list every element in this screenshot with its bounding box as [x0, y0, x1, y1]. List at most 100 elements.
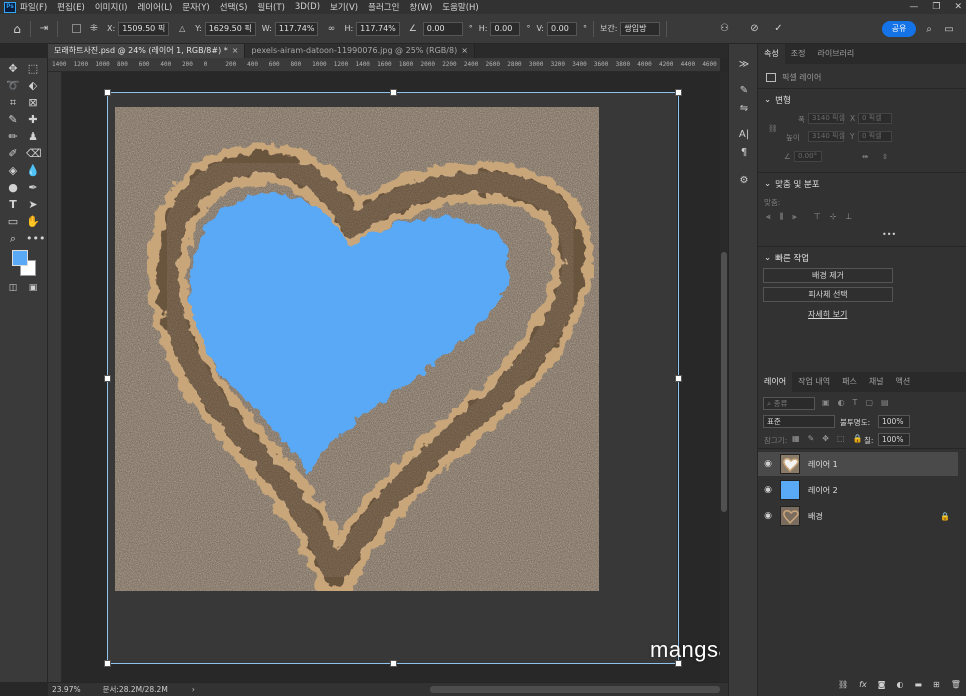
visibility-eye-icon[interactable]: ◉ — [758, 511, 778, 521]
interpolation-select[interactable]: 쌍입방 — [620, 21, 661, 36]
adjustment-icon[interactable]: ◐ — [896, 680, 903, 689]
layer-name[interactable]: 배경 — [808, 511, 823, 522]
transform-handle-tr[interactable] — [675, 89, 682, 96]
search-icon[interactable]: ⌕ — [922, 22, 936, 36]
home-icon[interactable]: ⌂ — [10, 22, 24, 36]
lock-icon[interactable]: 🔒 — [940, 512, 950, 521]
learn-more-link[interactable]: 자세히 보기 — [808, 309, 847, 320]
lock-position-icon[interactable]: ✥ — [822, 434, 829, 443]
horizontal-scroll-thumb[interactable] — [430, 686, 720, 693]
x-field[interactable]: 0 픽셀 — [858, 113, 892, 124]
lock-paint-icon[interactable]: ✎ — [808, 434, 815, 443]
lock-all-icon[interactable]: 🔒 — [853, 434, 863, 443]
scroll-thumb[interactable] — [721, 252, 727, 512]
fx-icon[interactable]: fx — [859, 680, 867, 689]
menu-help[interactable]: 도움말(H) — [442, 1, 478, 13]
tab-adjustments[interactable]: 조정 — [785, 44, 812, 64]
vskew-field[interactable]: 0.00 — [547, 21, 577, 36]
smart-filter-icon[interactable]: ▤ — [881, 398, 889, 407]
transform-handle-tl[interactable] — [104, 89, 111, 96]
menu-filter[interactable]: 필터(T) — [257, 1, 284, 13]
tab-document-1[interactable]: 모래하트사진.psd @ 24% (레이어 1, RGB/8#) * × — [48, 44, 246, 58]
align-hcenter-icon[interactable]: ⫼ — [780, 212, 784, 222]
link-icon[interactable]: ⛓ — [768, 124, 778, 133]
layer-filter-select[interactable]: ⌕ 종류 — [763, 397, 815, 410]
lock-transparent-icon[interactable]: ▦ — [792, 434, 800, 443]
transform-handle-b[interactable] — [390, 660, 397, 667]
align-right-icon[interactable]: ⫸ — [792, 212, 797, 222]
transform-handle-bl[interactable] — [104, 660, 111, 667]
foreground-color-swatch[interactable] — [12, 250, 28, 266]
tab-history[interactable]: 작업 내역 — [792, 372, 836, 392]
menu-3d[interactable]: 3D(D) — [295, 2, 320, 12]
h-field[interactable]: 117.74% — [356, 21, 400, 36]
fill-field[interactable]: 100% — [878, 433, 910, 446]
reference-point-icon[interactable]: ⁜ — [87, 22, 101, 36]
angle-field[interactable]: 0.00° — [794, 151, 822, 162]
marquee-tool-icon[interactable]: ⬚ — [26, 62, 40, 76]
quick-mask-icon[interactable]: ◫ — [6, 281, 20, 295]
menu-type[interactable]: 문자(Y) — [182, 1, 209, 13]
zoom-tool-icon[interactable]: ⌕ — [6, 232, 20, 246]
collapse-icon[interactable]: ≫ — [737, 58, 751, 72]
eyedropper-tool-icon[interactable]: ✎ — [6, 113, 20, 127]
zoom-level[interactable]: 23.97% — [52, 685, 81, 694]
stamp-tool-icon[interactable]: ♟ — [26, 130, 40, 144]
menu-image[interactable]: 이미지(I) — [95, 1, 128, 13]
vertical-scrollbar[interactable] — [720, 72, 728, 682]
object-select-tool-icon[interactable]: ⬖ — [26, 79, 40, 93]
select-subject-button[interactable]: 피사체 선택 — [763, 287, 893, 302]
tab-actions[interactable]: 액션 — [890, 372, 917, 392]
transform-handle-l[interactable] — [104, 375, 111, 382]
adjustment-filter-icon[interactable]: ◐ — [838, 398, 845, 407]
warp-icon[interactable]: ⚇ — [717, 22, 731, 36]
close-window-button[interactable]: ✕ — [954, 2, 962, 12]
menu-edit[interactable]: 편집(E) — [57, 1, 85, 13]
opacity-field[interactable]: 100% — [878, 415, 910, 428]
pen-tool-icon[interactable]: ✒ — [26, 181, 40, 195]
visibility-eye-icon[interactable]: ◉ — [758, 459, 778, 469]
path-select-tool-icon[interactable]: ➤ — [26, 198, 40, 212]
height-field[interactable]: 3140 픽셀 — [808, 131, 845, 142]
shape-tool-icon[interactable]: ▭ — [6, 215, 20, 229]
blend-mode-select[interactable]: 표준 — [763, 415, 835, 428]
brush-tool-icon[interactable]: ✏ — [6, 130, 20, 144]
flip-vertical-icon[interactable]: ⇳ — [882, 152, 888, 161]
paint-bucket-tool-icon[interactable]: ◈ — [6, 164, 20, 178]
eraser-tool-icon[interactable]: ⌫ — [26, 147, 42, 161]
layer-name[interactable]: 레이어 1 — [808, 459, 838, 470]
layer-name[interactable]: 레이어 2 — [808, 485, 838, 496]
reference-point-checkbox[interactable] — [72, 24, 81, 33]
angle-field[interactable]: 0.00 — [422, 21, 463, 36]
menu-select[interactable]: 선택(S) — [220, 1, 248, 13]
tab-paths[interactable]: 패스 — [836, 372, 863, 392]
w-field[interactable]: 117.74% — [274, 21, 319, 36]
align-section-header[interactable]: ⌄ 맞춤 및 분포 — [758, 178, 820, 190]
share-button[interactable]: 공유 — [882, 21, 916, 37]
history-brush-tool-icon[interactable]: ✐ — [6, 147, 20, 161]
link-icon[interactable]: ⛓ — [838, 680, 848, 689]
lock-artboard-icon[interactable]: ⬚ — [837, 434, 845, 443]
width-field[interactable]: 3140 픽셀 — [808, 113, 845, 124]
status-arrow-icon[interactable]: › — [192, 685, 195, 694]
minimize-button[interactable]: — — [909, 2, 918, 12]
tab-layers[interactable]: 레이어 — [758, 372, 793, 392]
close-icon[interactable]: × — [461, 46, 468, 55]
lasso-tool-icon[interactable]: ➰ — [6, 79, 20, 93]
hskew-field[interactable]: 0.00 — [490, 21, 521, 36]
menu-window[interactable]: 창(W) — [409, 1, 432, 13]
align-left-icon[interactable]: ⫷ — [766, 212, 771, 222]
canvas[interactable] — [62, 72, 720, 682]
hand-tool-icon[interactable]: ✋ — [26, 215, 40, 229]
x-field[interactable]: 1509.50 픽 — [118, 21, 170, 36]
type-tool-icon[interactable]: T — [6, 198, 20, 212]
quick-actions-header[interactable]: ⌄ 빠른 작업 — [758, 252, 809, 264]
transform-handle-t[interactable] — [390, 89, 397, 96]
healing-brush-tool-icon[interactable]: ✚ — [26, 113, 40, 127]
group-icon[interactable]: ▬ — [914, 680, 922, 689]
menu-plugins[interactable]: 플러그인 — [368, 1, 399, 13]
link-icon[interactable]: ∞ — [324, 22, 338, 36]
paragraph-icon[interactable]: ¶ — [737, 146, 751, 160]
layer-row-1[interactable]: ◉ 레이어 1 — [758, 452, 958, 476]
layer-row-2[interactable]: ◉ 레이어 2 — [758, 478, 958, 502]
